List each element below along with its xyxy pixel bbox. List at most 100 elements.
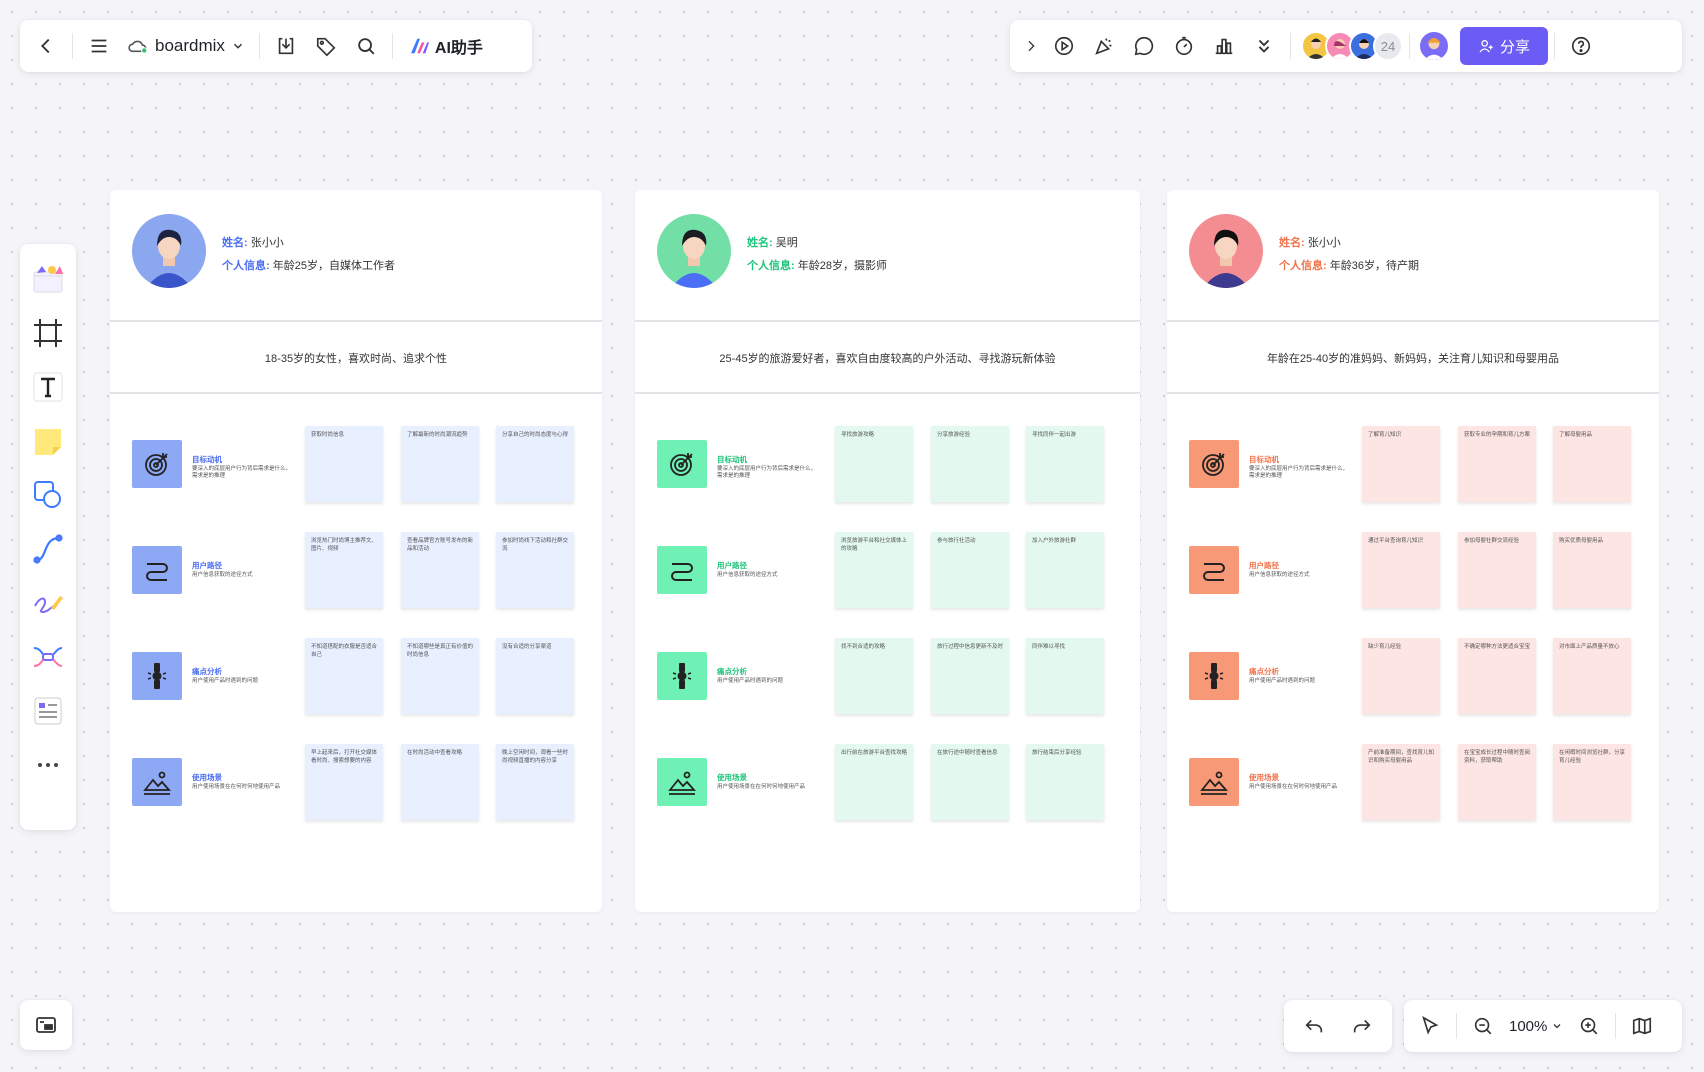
frame-tool[interactable] xyxy=(26,306,70,360)
search-button[interactable] xyxy=(346,26,386,66)
sticky-note[interactable]: 早上起来后，打开社交媒体看时尚、搜索想要的内容 xyxy=(305,744,383,820)
toolbar-divider xyxy=(1456,1013,1457,1039)
persona-row: 痛点分析 用户使用产品时遇到的问题 找不到合适的攻略 旅行过程中信息更新不及时 同伴难以… xyxy=(635,638,1140,718)
sticky-note[interactable]: 不确定哪种方法更适合宝宝 xyxy=(1458,638,1536,714)
sticky-note[interactable]: 同伴难以寻找 xyxy=(1026,638,1104,714)
sticky-note[interactable]: 参加母婴社群交流经验 xyxy=(1458,532,1536,608)
row-subtitle: 用户使用产品时遇到的问题 xyxy=(192,678,259,684)
sticky-note[interactable]: 购买优质母婴用品 xyxy=(1553,532,1631,608)
sticky-note[interactable]: 获取专业的孕期和育儿方案 xyxy=(1458,426,1536,502)
landscape-icon xyxy=(143,771,171,795)
row-icon-tile xyxy=(1189,758,1239,806)
persona-description: 25-45岁的旅游爱好者，喜欢自由度较高的户外活动、寻找游玩新体验 xyxy=(635,324,1140,394)
sticky-note[interactable]: 参与旅行社活动 xyxy=(931,532,1009,608)
menu-button[interactable] xyxy=(79,26,119,66)
sticky-note[interactable]: 在时尚活动中查看攻略 xyxy=(401,744,479,820)
current-user-avatar[interactable] xyxy=(1418,30,1450,62)
connector-tool[interactable] xyxy=(26,522,70,576)
present-button[interactable] xyxy=(1044,26,1084,66)
comment-icon xyxy=(1134,36,1154,56)
zoom-level-dropdown[interactable]: 100% xyxy=(1503,1018,1569,1035)
row-subtitle: 要深入的底层用户行为背后需求是什么，需求是的推理 xyxy=(717,466,817,479)
row-icon-tile xyxy=(657,758,707,806)
sticky-note[interactable]: 晚上空闲时间，观看一些时尚视频直播的内容分享 xyxy=(496,744,574,820)
share-button[interactable]: 分享 xyxy=(1460,27,1548,65)
sticky-note[interactable]: 缺少育儿经验 xyxy=(1362,638,1440,714)
text-tool[interactable] xyxy=(26,360,70,414)
sticky-note[interactable]: 查看品牌官方账号发布的新品和活动 xyxy=(401,532,479,608)
shape-tool[interactable] xyxy=(26,468,70,522)
table-tool[interactable] xyxy=(26,684,70,738)
comment-button[interactable] xyxy=(1124,26,1164,66)
sticky-note[interactable]: 在宝宝成长过程中随时查阅资料，获取帮助 xyxy=(1458,744,1536,820)
template-tool[interactable] xyxy=(26,252,70,306)
sticky-note-tool[interactable] xyxy=(26,414,70,468)
collapse-toolbar-button[interactable] xyxy=(1018,26,1044,66)
toolbar-divider xyxy=(391,33,393,59)
sticky-note[interactable]: 参加时尚线下活动和社群交流 xyxy=(496,532,574,608)
zoom-in-button[interactable] xyxy=(1569,1006,1609,1046)
redo-button[interactable] xyxy=(1342,1006,1382,1046)
file-name-button[interactable]: boardmix xyxy=(119,26,253,66)
sticky-note[interactable]: 寻找同伴一起出游 xyxy=(1026,426,1104,502)
sticky-note[interactable]: 分享旅游经验 xyxy=(931,426,1009,502)
sticky-note[interactable]: 找不到合适的攻略 xyxy=(835,638,913,714)
sticky-note[interactable]: 通过平台查询育儿知识 xyxy=(1362,532,1440,608)
sticky-note[interactable]: 浏览热门时尚博主推荐文、图片、视频 xyxy=(305,532,383,608)
sticky-note[interactable]: 不知道搭配的衣服是否适合自己 xyxy=(305,638,383,714)
sticky-note[interactable]: 浏览旅游平台和社交媒体上的攻略 xyxy=(835,532,913,608)
persona-card[interactable]: 姓名: 张小小 个人信息: 年龄25岁，自媒体工作者 18-35岁的女性，喜欢时尚、… xyxy=(110,190,602,912)
sticky-note[interactable]: 寻找旅游攻略 xyxy=(835,426,913,502)
sticky-note[interactable]: 分享自己的时尚态度与心得 xyxy=(496,426,574,502)
joint-pain-icon xyxy=(1204,663,1224,689)
map-view-button[interactable] xyxy=(1622,1006,1662,1046)
template-icon xyxy=(33,266,63,293)
pen-tool[interactable] xyxy=(26,576,70,630)
persona-name-line: 姓名: 张小小 xyxy=(222,232,395,255)
joint-pain-icon xyxy=(672,663,692,689)
row-subtitle: 用户使用场景在在何时何地使用产品 xyxy=(717,784,806,790)
persona-header: 姓名: 张小小 个人信息: 年龄25岁，自媒体工作者 xyxy=(110,190,602,322)
row-icon-tile xyxy=(657,440,707,488)
undo-button[interactable] xyxy=(1294,1006,1334,1046)
select-mode-button[interactable] xyxy=(1410,1006,1450,1046)
row-title: 使用场景 xyxy=(192,773,222,782)
sticky-note[interactable]: 对市面上产品质量不放心 xyxy=(1553,638,1631,714)
sticky-note[interactable]: 旅行结束后分享经验 xyxy=(1026,744,1104,820)
sticky-note[interactable]: 了解最新的时尚潮流趋势 xyxy=(401,426,479,502)
back-button[interactable] xyxy=(26,26,66,66)
vote-button[interactable] xyxy=(1204,26,1244,66)
persona-portrait xyxy=(1189,214,1263,288)
sticky-note[interactable]: 出行前在旅游平台查找攻略 xyxy=(835,744,913,820)
more-tools-button[interactable] xyxy=(26,738,70,792)
mindmap-tool[interactable] xyxy=(26,630,70,684)
minimap-button[interactable] xyxy=(20,1000,72,1050)
celebrate-button[interactable] xyxy=(1084,26,1124,66)
sticky-note[interactable]: 了解母婴用品 xyxy=(1553,426,1631,502)
persona-card[interactable]: 姓名: 张小小 个人信息: 年龄36岁，待产期 年龄在25-40岁的准妈妈、新妈妈，… xyxy=(1167,190,1659,912)
sticky-note[interactable]: 加入户外旅游社群 xyxy=(1026,532,1104,608)
sticky-note[interactable]: 没有合适的分享渠道 xyxy=(496,638,574,714)
sticky-note[interactable]: 了解育儿知识 xyxy=(1362,426,1440,502)
row-subtitle: 用户使用场景在在何时何地使用产品 xyxy=(1249,784,1338,790)
sticky-note[interactable]: 不知道哪些是真正有价值的时尚信息 xyxy=(401,638,479,714)
collaborator-avatars[interactable]: 24 xyxy=(1301,31,1403,61)
tag-button[interactable] xyxy=(306,26,346,66)
persona-card[interactable]: 姓名: 吴明 个人信息: 年龄28岁，摄影师 25-45岁的旅游爱好者，喜欢自由度较… xyxy=(635,190,1140,912)
help-button[interactable] xyxy=(1561,26,1601,66)
timer-button[interactable] xyxy=(1164,26,1204,66)
export-button[interactable] xyxy=(266,26,306,66)
ai-assistant-button[interactable]: AI助手 xyxy=(399,26,493,66)
row-subtitle: 要深入的底层用户行为背后需求是什么，需求是的推理 xyxy=(1249,466,1349,479)
sticky-note[interactable]: 在闲暇时间浏览社群，分享育儿经验 xyxy=(1553,744,1631,820)
name-label: 姓名: xyxy=(747,237,773,249)
person-illustration-icon xyxy=(146,229,192,288)
zoom-out-button[interactable] xyxy=(1463,1006,1503,1046)
more-tools-button[interactable] xyxy=(1244,26,1284,66)
row-subtitle: 用户使用产品时遇到的问题 xyxy=(717,678,784,684)
sticky-note[interactable]: 获取时尚信息 xyxy=(305,426,383,502)
sticky-note[interactable]: 在旅行途中随时查看信息 xyxy=(931,744,1009,820)
sticky-note[interactable]: 旅行过程中信息更新不及时 xyxy=(931,638,1009,714)
search-icon xyxy=(358,38,375,55)
sticky-note[interactable]: 产前准备期间，查找育儿知识和购买母婴用品 xyxy=(1362,744,1440,820)
